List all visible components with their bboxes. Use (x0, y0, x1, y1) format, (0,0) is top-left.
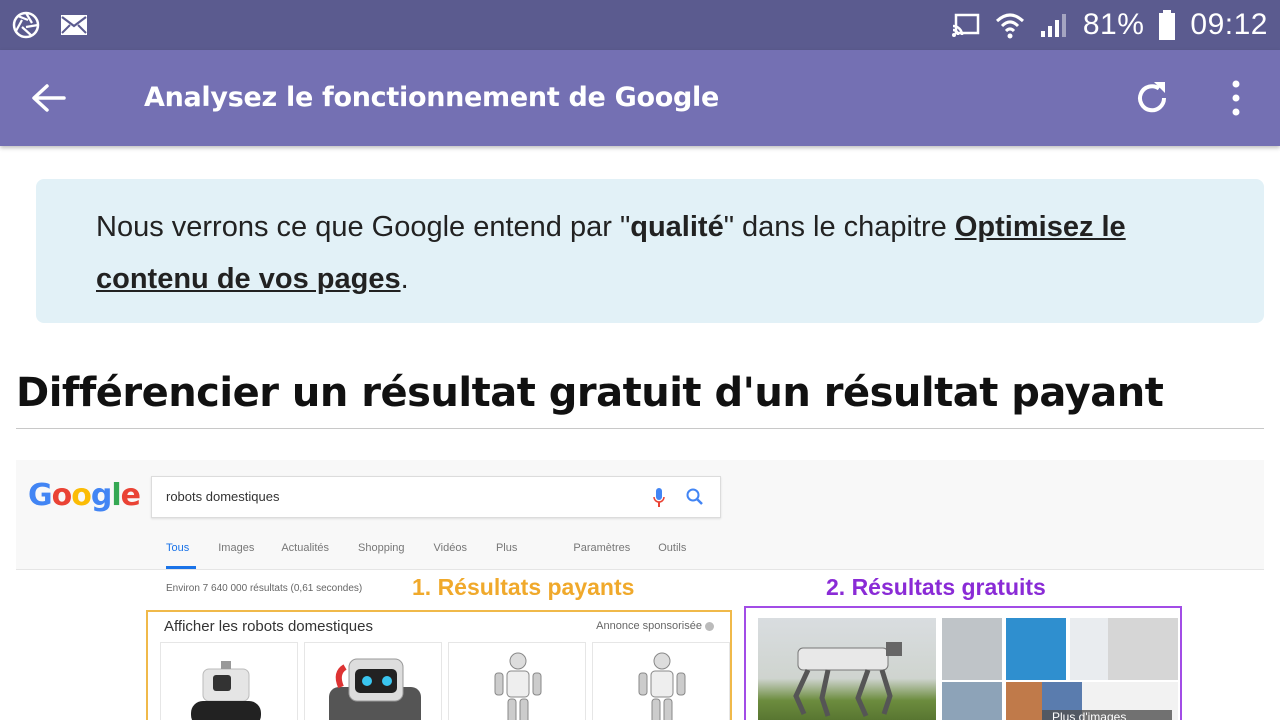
app-title: Analysez le fonctionnement de Google (144, 82, 720, 113)
serp-tab-videos: Vidéos (433, 542, 467, 554)
status-right-icons: 81% 09:12 (951, 8, 1268, 42)
status-left-icons (12, 11, 88, 39)
serp-results-count: Environ 7 640 000 résultats (0,61 second… (166, 583, 363, 594)
robot-image (494, 652, 542, 720)
callout-text-before: Nous verrons ce que Google entend par " (96, 211, 631, 243)
thumbnail-image (1108, 618, 1178, 680)
thumbnail-image (1006, 618, 1066, 680)
refresh-button[interactable] (1132, 78, 1172, 118)
product-card (160, 642, 298, 720)
product-card (592, 642, 730, 720)
robot-image (638, 652, 686, 720)
serp-search-box: robots domestiques (151, 476, 721, 518)
serp-tab-images: Images (218, 542, 255, 554)
back-arrow-icon (32, 84, 66, 112)
serp-tabs: Tous Images Actualités Shopping Vidéos P… (166, 542, 686, 554)
thumbnail-image (942, 618, 1002, 680)
more-options-button[interactable] (1220, 78, 1252, 118)
paid-results-label: 1. Résultats payants (412, 574, 635, 600)
free-results-label: 2. Résultats gratuits (826, 574, 1046, 600)
serp-tab-settings: Paramètres (573, 542, 631, 554)
more-images-label: Plus d'images (1042, 710, 1172, 720)
clock: 09:12 (1190, 8, 1268, 41)
robot-dog-figure (793, 642, 902, 718)
serp-illustration: Google robots domestiques Tous Images Ac… (16, 460, 1264, 720)
refresh-icon (1138, 82, 1167, 113)
magnifier-icon (686, 488, 703, 505)
serp-header: Google robots domestiques Tous Images Ac… (16, 460, 1264, 570)
serp-tab-all: Tous (166, 542, 190, 554)
battery-percent: 81% (1082, 8, 1145, 41)
free-results-box: Plus d'images (744, 606, 1182, 720)
cast-icon (951, 13, 980, 37)
serp-search-query: robots domestiques (166, 489, 280, 504)
robot-dog-image (758, 618, 936, 720)
google-logo: Google (28, 478, 141, 513)
product-card (448, 642, 586, 720)
wifi-icon (995, 13, 1024, 39)
callout-text-middle: " dans le chapitre (723, 211, 955, 243)
microphone-icon (653, 488, 665, 507)
info-icon (705, 621, 714, 631)
callout-text: Nous verrons ce que Google entend par "q… (96, 201, 1226, 305)
mail-icon (61, 15, 87, 35)
sponsored-label: Annonce sponsorisée (596, 620, 714, 632)
battery-icon (1159, 10, 1176, 40)
back-button[interactable] (28, 78, 68, 118)
thumbnail-image (942, 682, 1002, 720)
thumbnail-image (1006, 682, 1042, 720)
paid-box-header: Afficher les robots domestiques (164, 618, 373, 635)
aperture-icon (12, 11, 40, 39)
more-vert-icon (1232, 80, 1240, 116)
sponsored-text: Annonce sponsorisée (596, 620, 702, 632)
info-callout: Nous verrons ce que Google entend par "q… (36, 179, 1264, 323)
serp-tab-news: Actualités (281, 542, 330, 554)
serp-tab-shopping: Shopping (358, 542, 405, 554)
signal-icon (1040, 14, 1066, 37)
callout-text-after: . (400, 263, 409, 295)
product-card (304, 642, 442, 720)
section-title: Différencier un résultat gratuit d'un ré… (16, 370, 1164, 416)
serp-tab-more: Plus (495, 542, 518, 554)
serp-active-tab-indicator (166, 566, 196, 569)
paid-results-box: Afficher les robots domestiques Annonce … (146, 610, 732, 720)
serp-tab-tools: Outils (658, 542, 687, 554)
callout-bold-word: qualité (630, 211, 724, 243)
section-divider (16, 428, 1264, 429)
status-bar: 81% 09:12 (0, 0, 1280, 50)
robot-image (191, 661, 261, 720)
app-bar: Analysez le fonctionnement de Google (0, 50, 1280, 146)
robot-image (329, 658, 421, 720)
